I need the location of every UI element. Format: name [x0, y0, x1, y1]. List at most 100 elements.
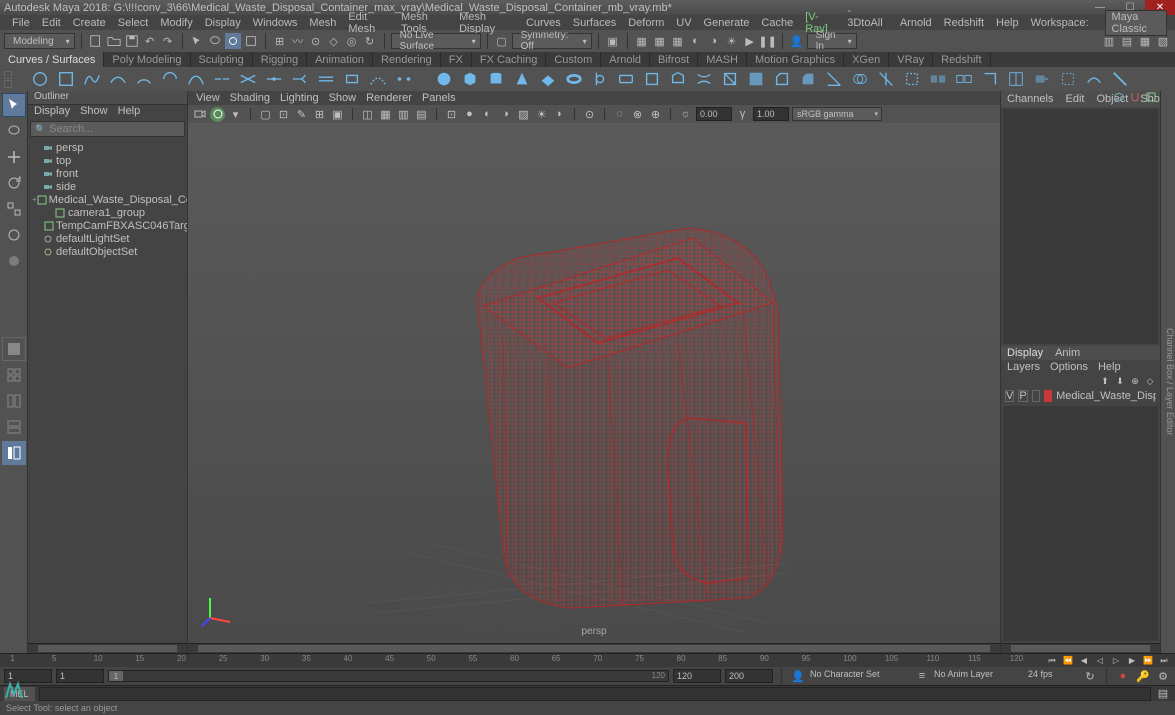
grid-icon[interactable]: ⊞	[312, 107, 327, 122]
gamma-icon[interactable]: γ	[735, 107, 750, 122]
pencil-curve-icon[interactable]	[108, 69, 128, 89]
new-scene-icon[interactable]	[88, 33, 104, 49]
revolve-icon[interactable]	[590, 69, 610, 89]
gamma-input[interactable]: 1.00	[753, 107, 789, 121]
expand-panel-icon[interactable]	[1145, 91, 1157, 103]
nurbs-circle-icon[interactable]	[30, 69, 50, 89]
outliner-scrollbar[interactable]	[28, 643, 187, 653]
image-plane-icon[interactable]: ▢	[258, 107, 273, 122]
play-forward-icon[interactable]: ▷	[1109, 655, 1123, 667]
layers-menu-help[interactable]: Help	[1098, 361, 1121, 373]
shelf-tab-custom[interactable]: Custom	[546, 52, 601, 67]
square-surface-icon[interactable]	[746, 69, 766, 89]
field-chart-icon[interactable]: ▥	[396, 107, 411, 122]
pause-icon[interactable]: ❚❚	[760, 33, 776, 49]
extrude-icon[interactable]	[668, 69, 688, 89]
ortho-cube-icon[interactable]	[1113, 91, 1125, 103]
menu-mesh-display[interactable]: Mesh Display	[453, 11, 520, 35]
layer-tab-anim[interactable]: Anim	[1055, 347, 1080, 359]
shelf-tab-rigging[interactable]: Rigging	[253, 52, 307, 67]
shelf-tab-motiongraphics[interactable]: Motion Graphics	[747, 52, 844, 67]
extend-surface-icon[interactable]	[1032, 69, 1052, 89]
shelf-tab-animation[interactable]: Animation	[307, 52, 373, 67]
display-layer-row[interactable]: V P Medical_Waste_Disposal_Cont	[1001, 388, 1160, 404]
layers-menu-options[interactable]: Options	[1050, 361, 1088, 373]
layers-menu-layers[interactable]: Layers	[1007, 361, 1040, 373]
tab-edit[interactable]: Edit	[1065, 93, 1084, 105]
insert-isoparm-icon[interactable]	[1006, 69, 1026, 89]
select-tool[interactable]	[2, 93, 26, 117]
wireframe-icon[interactable]: ⊡	[444, 107, 459, 122]
resolution-gate-icon[interactable]: ◫	[360, 107, 375, 122]
offset-curve-icon[interactable]	[316, 69, 336, 89]
select-mode-icon[interactable]	[189, 33, 205, 49]
use-all-lights-icon[interactable]: ☀	[534, 107, 549, 122]
smooth-shade-icon[interactable]: ●	[462, 107, 477, 122]
xray-joints-icon[interactable]: ⊗	[630, 107, 645, 122]
intersect-surface-icon[interactable]	[850, 69, 870, 89]
scale-tool[interactable]	[2, 197, 26, 221]
playblast-icon[interactable]: ▶	[742, 33, 758, 49]
menu-create[interactable]: Create	[67, 17, 112, 29]
layer-tab-display[interactable]: Display	[1007, 347, 1043, 359]
menu-surfaces[interactable]: Surfaces	[567, 17, 622, 29]
vp-menu-lighting[interactable]: Lighting	[280, 92, 319, 104]
render-setup-icon[interactable]: ◑	[706, 33, 722, 49]
snap-grid-icon[interactable]: ⊞	[272, 33, 288, 49]
shelf-tab-sculpting[interactable]: Sculpting	[191, 52, 253, 67]
outliner-item[interactable]: persp	[28, 141, 187, 154]
vp-menu-renderer[interactable]: Renderer	[366, 92, 412, 104]
anim-layer-icon[interactable]: ≡	[914, 668, 930, 684]
textured-icon[interactable]: ▨	[516, 107, 531, 122]
extend-curve-icon[interactable]	[290, 69, 310, 89]
save-scene-icon[interactable]	[124, 33, 140, 49]
open-close-surface-icon[interactable]	[980, 69, 1000, 89]
xray-icon[interactable]: ◌	[612, 107, 627, 122]
bevel-plus-icon[interactable]	[798, 69, 818, 89]
shelf-tab-mash[interactable]: MASH	[698, 52, 747, 67]
trim-icon[interactable]	[876, 69, 896, 89]
wireframe-on-shaded-icon[interactable]: ◑	[498, 107, 513, 122]
character-set-icon[interactable]: 👤	[790, 668, 806, 684]
snap-toggle-icon[interactable]: ↻	[362, 33, 378, 49]
account-icon[interactable]: 👤	[789, 33, 805, 49]
layer-color-swatch[interactable]	[1044, 390, 1052, 402]
shelf-tab-rendering[interactable]: Rendering	[373, 52, 441, 67]
set-key-icon[interactable]: 🔑	[1135, 668, 1151, 684]
time-slider[interactable]: 1510152025303540455055606570758085909510…	[0, 653, 1175, 667]
nurbs-cylinder-icon[interactable]	[486, 69, 506, 89]
redo-icon[interactable]: ↷	[160, 33, 176, 49]
nurbs-plane-icon[interactable]	[538, 69, 558, 89]
menu-uv[interactable]: UV	[670, 17, 697, 29]
shadows-icon[interactable]: ◗	[552, 107, 567, 122]
outliner-layout[interactable]	[2, 441, 26, 465]
detach-curve-icon[interactable]	[238, 69, 258, 89]
anim-start-inner-input[interactable]: 1	[56, 669, 104, 683]
menu-modify[interactable]: Modify	[154, 17, 198, 29]
symmetry-icon[interactable]: ▢	[494, 33, 510, 49]
outliner-item[interactable]: TempCamFBXASC046Target	[28, 219, 187, 232]
attach-surface-icon[interactable]	[928, 69, 948, 89]
shelf-tab-redshift[interactable]: Redshift	[933, 52, 990, 67]
project-curve-icon[interactable]	[824, 69, 844, 89]
menu-redshift[interactable]: Redshift	[938, 17, 990, 29]
go-to-end-icon[interactable]: ⏭	[1157, 655, 1171, 667]
isolate-select-icon[interactable]: ⊙	[582, 107, 597, 122]
shelf-tab-bifrost[interactable]: Bifrost	[650, 52, 698, 67]
step-back-key-icon[interactable]: ⏪	[1061, 655, 1075, 667]
play-backward-icon[interactable]: ◁	[1093, 655, 1107, 667]
step-back-frame-icon[interactable]: ◀	[1077, 655, 1091, 667]
go-to-start-icon[interactable]: ⏮	[1045, 655, 1059, 667]
safe-action-icon[interactable]: ▤	[414, 107, 429, 122]
command-input[interactable]	[39, 687, 1151, 701]
workspace-dropdown[interactable]: Maya Classic	[1105, 10, 1167, 36]
shelf-menu-icon[interactable]	[4, 71, 24, 88]
ipr-render-icon[interactable]: ▦	[652, 33, 668, 49]
undo-icon[interactable]: ↶	[142, 33, 158, 49]
fps-dropdown[interactable]: 24 fps	[1028, 669, 1078, 683]
outliner-search-input[interactable]: Search...	[30, 121, 185, 137]
layer-scrollbar[interactable]	[1001, 643, 1160, 653]
menu-curves[interactable]: Curves	[520, 17, 567, 29]
menu-help[interactable]: Help	[990, 17, 1025, 29]
shelf-tab-fx[interactable]: FX	[441, 52, 472, 67]
